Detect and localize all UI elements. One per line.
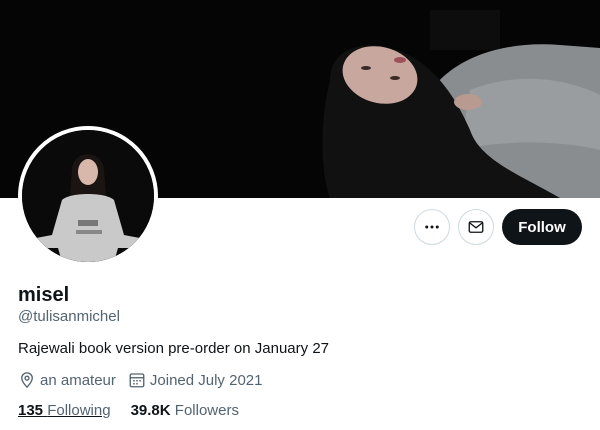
user-handle: @tulisanmichel	[18, 308, 120, 325]
location-pin-icon	[21, 372, 33, 389]
joined-text: Joined July 2021	[149, 371, 263, 389]
message-button[interactable]	[458, 209, 494, 245]
envelope-icon	[468, 221, 484, 233]
profile-meta: an amateur Joined July 2021	[18, 371, 274, 389]
location-item: an amateur	[18, 371, 116, 389]
profile-avatar[interactable]	[18, 126, 158, 266]
more-options-button[interactable]	[414, 209, 450, 245]
display-name: misel	[18, 284, 70, 306]
joined-item: Joined July 2021	[128, 371, 263, 389]
follow-button[interactable]: Follow	[502, 209, 582, 245]
more-horizontal-icon	[425, 225, 439, 229]
followers-count: 39.8K	[130, 402, 171, 419]
followers-label: Followers	[174, 402, 239, 419]
following-label: Following	[47, 402, 111, 419]
follow-stats: 135 Following 39.8K Followers	[18, 402, 259, 419]
calendar-icon	[129, 373, 145, 388]
following-link[interactable]: 135 Following	[18, 402, 111, 419]
followers-link[interactable]: 39.8K Followers	[131, 402, 239, 419]
following-count: 135	[18, 402, 44, 419]
profile-bio: Rajewali book version pre-order on Janua…	[18, 340, 330, 357]
avatar-photo	[22, 130, 154, 262]
location-text: an amateur	[40, 371, 116, 389]
